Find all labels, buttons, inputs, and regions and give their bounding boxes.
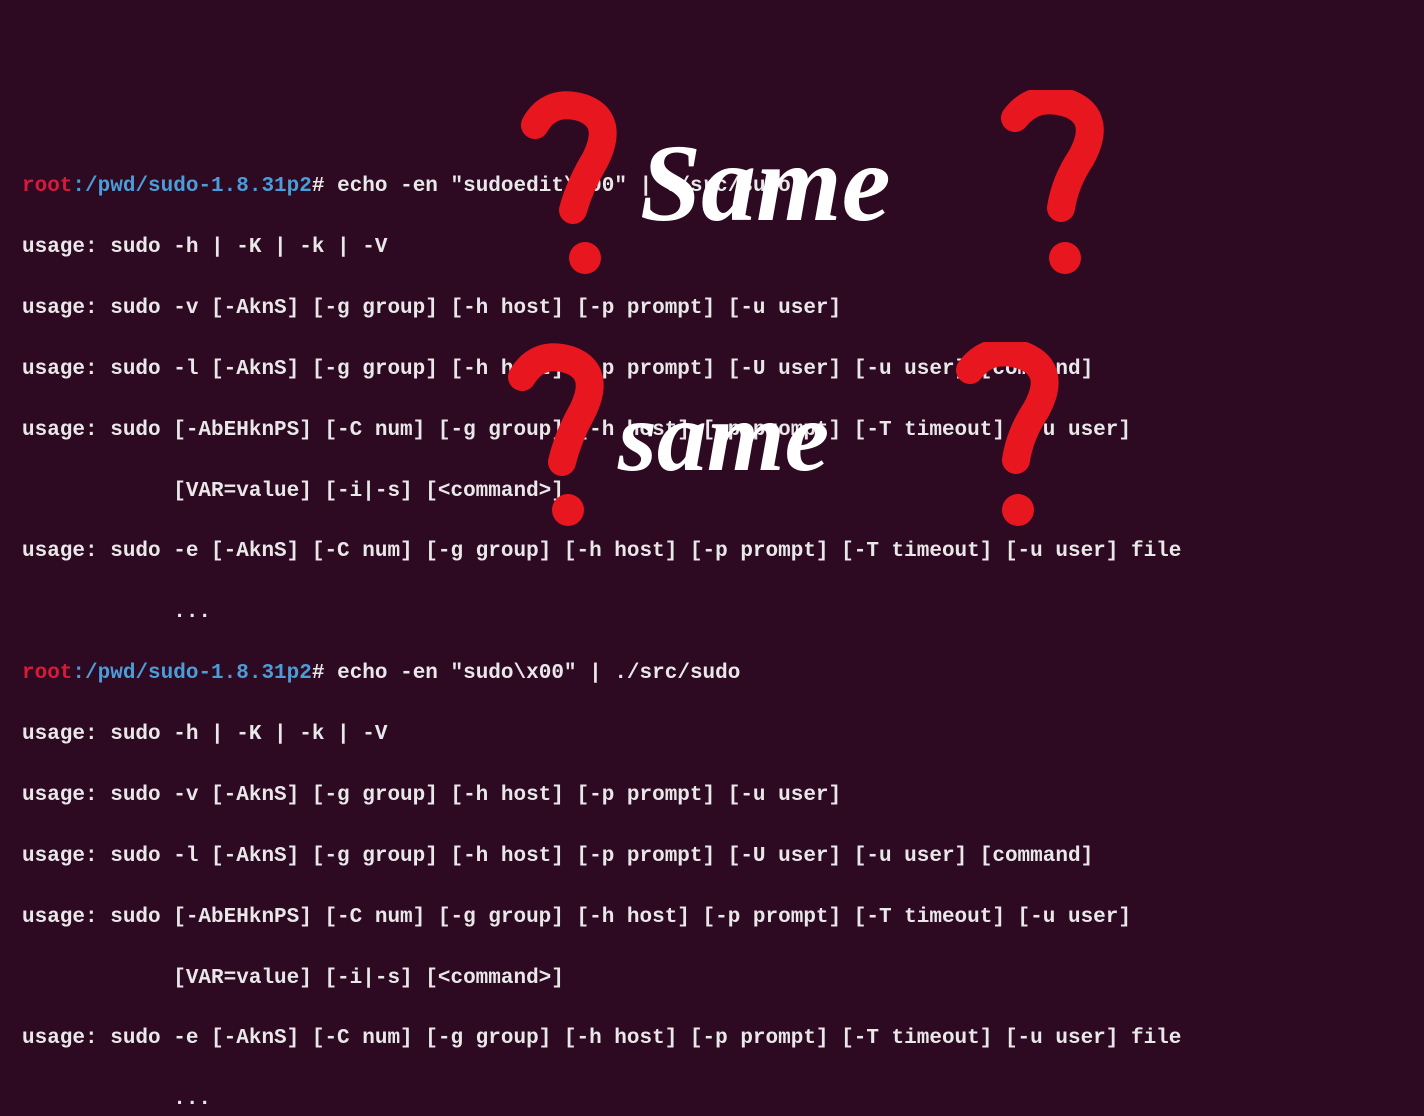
usage-line: usage: sudo -v [-AknS] [-g group] [-h ho… xyxy=(22,781,1402,811)
terminal-output: root:/pwd/sudo-1.8.31p2# echo -en "sudoe… xyxy=(22,142,1402,1116)
usage-line: usage: sudo -l [-AknS] [-g group] [-h ho… xyxy=(22,842,1402,872)
usage-line: usage: sudo -h | -K | -k | -V xyxy=(22,233,1402,263)
usage-line: usage: sudo -e [-AknS] [-C num] [-g grou… xyxy=(22,537,1402,567)
command-1: echo -en "sudoedit\x00" | ./src/sudo xyxy=(324,175,790,198)
usage-line: ... xyxy=(22,1085,1402,1115)
usage-line: ... xyxy=(22,598,1402,628)
usage-line: [VAR=value] [-i|-s] [<command>] xyxy=(22,477,1402,507)
prompt-path: /pwd/sudo-1.8.31p2 xyxy=(85,175,312,198)
prompt-hash: # xyxy=(312,662,325,685)
usage-line: usage: sudo -v [-AknS] [-g group] [-h ho… xyxy=(22,294,1402,324)
prompt-hash: # xyxy=(312,175,325,198)
prompt-user: root xyxy=(22,175,72,198)
usage-line: [VAR=value] [-i|-s] [<command>] xyxy=(22,964,1402,994)
usage-line: usage: sudo [-AbEHknPS] [-C num] [-g gro… xyxy=(22,416,1402,446)
usage-line: usage: sudo -e [-AknS] [-C num] [-g grou… xyxy=(22,1024,1402,1054)
prompt-sep: : xyxy=(72,175,85,198)
usage-line: usage: sudo -l [-AknS] [-g group] [-h ho… xyxy=(22,355,1402,385)
prompt-user: root xyxy=(22,662,72,685)
prompt-sep: : xyxy=(72,662,85,685)
usage-line: usage: sudo -h | -K | -k | -V xyxy=(22,720,1402,750)
prompt-path: /pwd/sudo-1.8.31p2 xyxy=(85,662,312,685)
usage-line: usage: sudo [-AbEHknPS] [-C num] [-g gro… xyxy=(22,903,1402,933)
prompt-line-1: root:/pwd/sudo-1.8.31p2# echo -en "sudoe… xyxy=(22,172,1402,202)
prompt-line-2: root:/pwd/sudo-1.8.31p2# echo -en "sudo\… xyxy=(22,659,1402,689)
command-2: echo -en "sudo\x00" | ./src/sudo xyxy=(324,662,740,685)
